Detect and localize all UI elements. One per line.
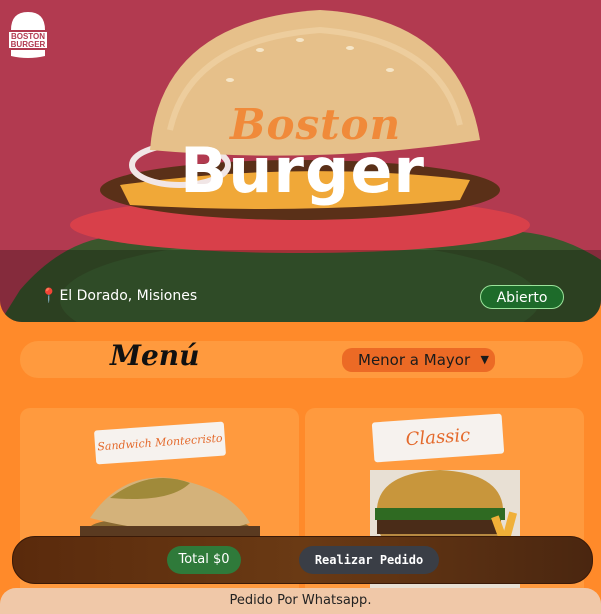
status-badge: Abierto — [480, 285, 564, 309]
chevron-down-icon: ▼ — [480, 353, 489, 366]
location: 📍 El Dorado, Misiones — [40, 288, 197, 304]
whatsapp-footer[interactable]: Pedido Por Whatsapp. — [0, 588, 601, 614]
total-button[interactable]: Total $0 — [167, 546, 241, 574]
cart-bar: Total $0 Realizar Pedido — [12, 536, 593, 584]
hero-banner: BOSTON BURGER Boston Burger 📍 El Dorado,… — [0, 0, 601, 322]
location-text: El Dorado, Misiones — [59, 288, 198, 304]
brand-title-main: Burger — [180, 134, 425, 207]
map-pin-icon: 📍 — [40, 288, 58, 304]
menu-header: Menú Menor a Mayor ▼ — [20, 339, 583, 378]
sort-select-value: Menor a Mayor — [358, 351, 471, 369]
svg-text:BURGER: BURGER — [11, 40, 46, 49]
brand-logo-icon: BOSTON BURGER — [9, 12, 47, 58]
place-order-button[interactable]: Realizar Pedido — [299, 546, 439, 574]
brand-logo[interactable]: BOSTON BURGER — [8, 10, 48, 60]
menu-title: Menú — [110, 339, 200, 372]
sort-select[interactable]: Menor a Mayor ▼ — [342, 348, 495, 372]
